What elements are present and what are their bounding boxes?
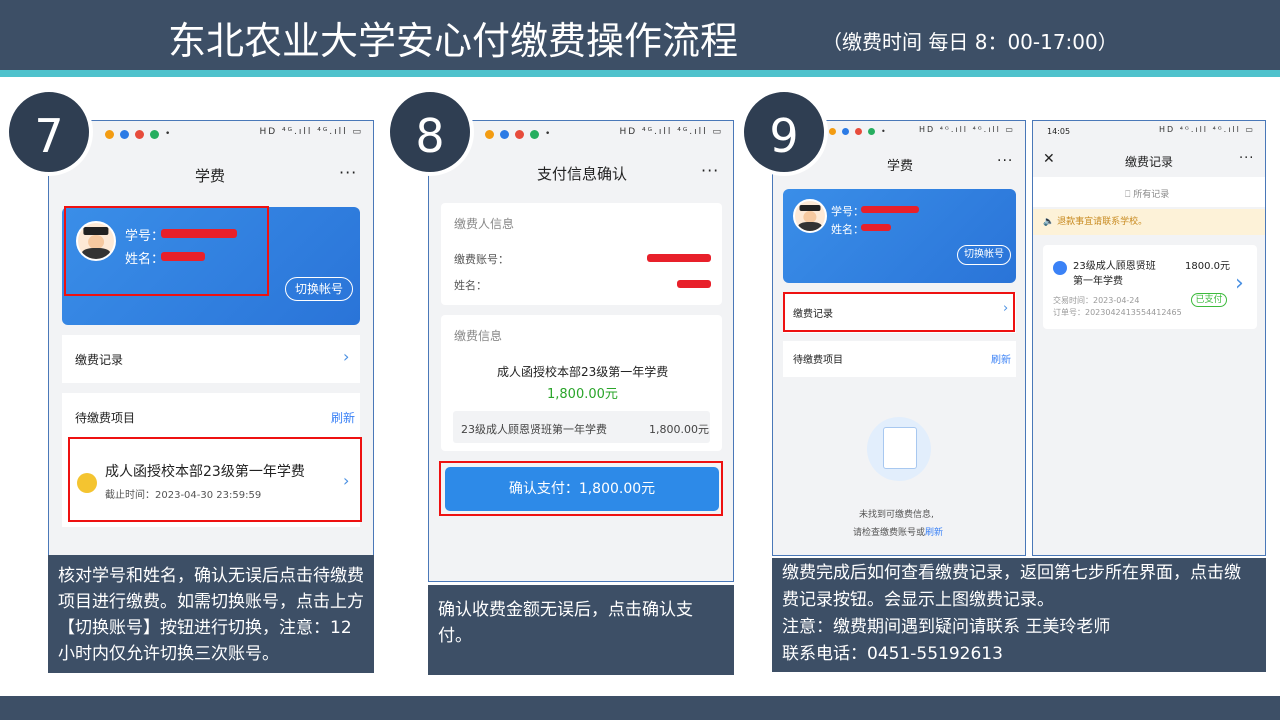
highlight-box <box>68 437 362 522</box>
redaction-mark <box>861 206 919 213</box>
step-number-8: 8 <box>386 88 474 176</box>
status-bar: HD ⁴ᴳ.ıll ⁴ᴳ.ıll ▭ <box>259 127 363 137</box>
page-subtitle: （缴费时间 每日 8：00-17:00） <box>822 30 1118 54</box>
close-icon[interactable]: ✕ <box>1043 151 1055 167</box>
footer-bar <box>0 696 1280 720</box>
status-time: 14:05 <box>1047 127 1071 136</box>
page-title: 东北农业大学安心付缴费操作流程 <box>168 19 739 63</box>
status-icons-left: • <box>829 127 886 136</box>
item-title: 成人函授校本部23级第一年学费 <box>497 365 669 379</box>
trade-time: 交易时间：2023-04-24 <box>1053 296 1140 305</box>
avatar <box>793 199 827 233</box>
status-badge: 已支付 <box>1191 293 1227 307</box>
switch-account-button[interactable]: 切换帐号 <box>285 277 353 301</box>
nav-title: 学费 <box>887 159 914 174</box>
empty-state-hint: 请检查缴费账号或刷新 <box>853 528 944 538</box>
pending-items-label: 待缴费项目 <box>793 355 843 366</box>
step-9-caption-line: 缴费完成后如何查看缴费记录，返回第七步所在界面，点击缴费记录按钮。会显示上图缴费… <box>782 563 1241 610</box>
item-amount: 1,800.00元 <box>547 387 618 402</box>
header-stripe <box>0 70 1280 77</box>
name-label: 姓名： <box>831 223 864 236</box>
payment-info-heading: 缴费信息 <box>454 329 503 343</box>
record-title-line2: 第一年学费 <box>1073 276 1123 287</box>
step-8-caption: 确认收费金额无误后，点击确认支付。 <box>428 585 734 675</box>
redaction-mark <box>677 280 711 288</box>
switch-account-button[interactable]: 切换帐号 <box>957 245 1011 265</box>
phone-screen-4: 14:05 HD ⁴ᴳ.ıll ⁴ᴳ.ıll ▭ ✕ 缴费记录 ··· ⎕ 所有… <box>1032 120 1266 556</box>
step-7-caption: 核对学号和姓名，确认无误后点击待缴费项目进行缴费。如需切换账号，点击上方【切换账… <box>48 555 374 673</box>
more-menu-button[interactable]: ··· <box>339 163 357 182</box>
status-bar: HD ⁴ᴳ.ıll ⁴ᴳ.ıll ▭ <box>619 127 723 137</box>
document-icon <box>883 427 917 469</box>
chevron-right-icon: › <box>1235 271 1244 296</box>
step-number-9: 9 <box>740 88 828 176</box>
empty-state-text: 未找到可缴费信息, <box>859 510 934 520</box>
student-id-label: 学号： <box>831 205 864 218</box>
account-label: 缴费账号： <box>454 253 509 266</box>
order-number: 订单号：2023042413554412465 <box>1053 308 1182 317</box>
speaker-icon: 🔈 <box>1043 217 1058 227</box>
name-label: 姓名： <box>454 279 487 292</box>
pending-items-label: 待缴费项目 <box>75 411 136 425</box>
record-amount: 1800.0元 <box>1185 261 1230 272</box>
highlight-box <box>439 461 723 516</box>
step-9-caption-line: 联系电话：0451-55192613 <box>782 644 1003 664</box>
nav-title: 支付信息确认 <box>537 165 628 183</box>
refresh-link[interactable]: 刷新 <box>925 528 943 538</box>
status-icons-left: • <box>105 129 170 139</box>
redaction-mark <box>647 254 711 262</box>
payer-info-heading: 缴费人信息 <box>454 217 515 231</box>
payment-records-label: 缴费记录 <box>75 353 124 367</box>
refresh-link[interactable]: 刷新 <box>991 351 1011 366</box>
step-9-caption-line: 注意：缴费期间遇到疑问请联系 王美玲老师 <box>782 617 1111 637</box>
phone-screen-3: • HD ⁴ᴳ.ıll ⁴ᴳ.ıll ▭ 学费 ··· 学号： 姓名： 切换帐号… <box>772 120 1026 556</box>
chevron-right-icon: › <box>343 347 350 366</box>
more-menu-button[interactable]: ··· <box>1239 151 1254 166</box>
step-number-7: 7 <box>5 88 93 176</box>
redaction-mark <box>861 224 891 231</box>
record-title: 23级成人顾恩贤班 <box>1073 261 1156 272</box>
more-menu-button[interactable]: ··· <box>997 153 1013 169</box>
all-records-filter[interactable]: ⎕ 所有记录 <box>1125 187 1169 200</box>
line-item-amount: 1,800.00元 <box>649 423 709 436</box>
step-9-caption: 缴费完成后如何查看缴费记录，返回第七步所在界面，点击缴费记录按钮。会显示上图缴费… <box>772 558 1266 672</box>
nav-title: 学费 <box>195 167 226 185</box>
notice-bar: 🔈 退款事宜请联系学校。 <box>1033 209 1265 235</box>
line-item-label: 23级成人顾恩贤班第一年学费 <box>461 423 607 436</box>
more-menu-button[interactable]: ··· <box>701 161 719 180</box>
bill-icon <box>1053 261 1067 275</box>
highlight-box <box>64 206 269 296</box>
status-icons-left: • <box>485 129 550 139</box>
nav-title: 缴费记录 <box>1125 155 1174 169</box>
highlight-box <box>783 292 1015 332</box>
refresh-link[interactable]: 刷新 <box>331 409 355 426</box>
